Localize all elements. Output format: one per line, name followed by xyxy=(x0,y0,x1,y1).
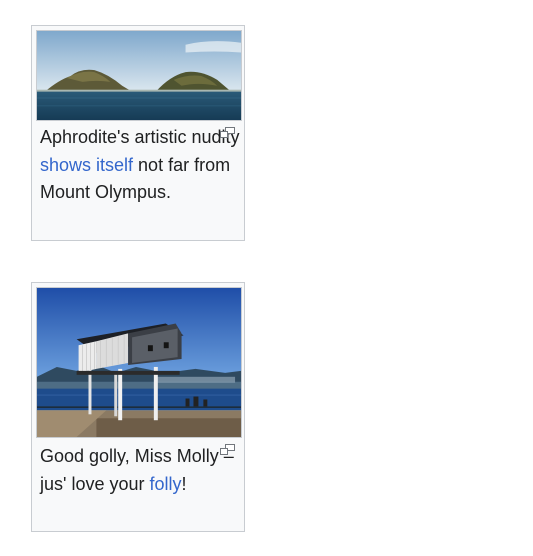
thumbnail-card-2: Good golly, Miss Molly – jus' love your … xyxy=(31,282,245,532)
thumbnail-image-2[interactable] xyxy=(36,287,242,438)
caption-text: Aphrodite's artistic nudity xyxy=(40,127,240,147)
thumbnail-caption-1: Aphrodite's artistic nudity shows itself… xyxy=(40,124,240,207)
islands-photo xyxy=(37,31,241,120)
caption-text: Good golly, Miss Molly – jus' love your xyxy=(40,446,234,494)
thumbnail-caption-2: Good golly, Miss Molly – jus' love your … xyxy=(40,443,240,498)
caption-link-shows-itself[interactable]: shows itself xyxy=(40,155,133,175)
magnify-clip-icon[interactable] xyxy=(220,444,235,455)
thumbnail-card-1: Aphrodite's artistic nudity shows itself… xyxy=(31,25,245,241)
caption-link-folly[interactable]: folly xyxy=(150,474,182,494)
house-on-stilts-photo xyxy=(37,288,241,437)
magnify-clip-icon[interactable] xyxy=(220,127,235,138)
caption-text: ! xyxy=(181,473,187,494)
thumbnail-image-1[interactable] xyxy=(36,30,242,121)
